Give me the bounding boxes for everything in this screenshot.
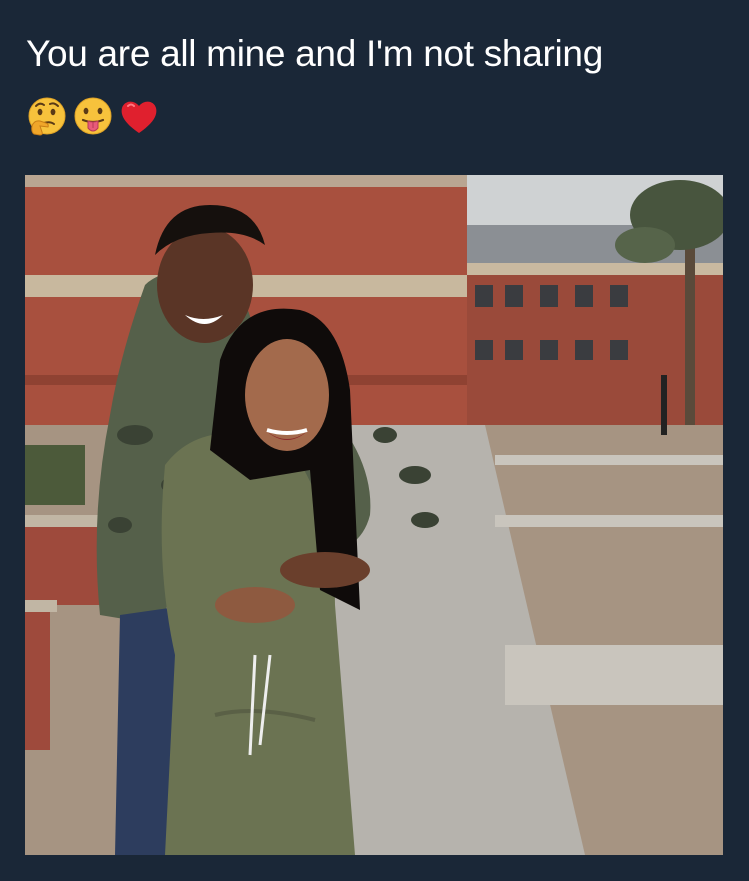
- tweet-photo[interactable]: [25, 175, 723, 855]
- red-heart-icon: [121, 101, 157, 133]
- tweet-text: You are all mine and I'm not sharing: [26, 33, 603, 74]
- thinking-face-icon: [28, 97, 66, 136]
- photo-illustration: [25, 175, 723, 855]
- tweet-card: You are all mine and I'm not sharing: [0, 0, 749, 881]
- face-with-tongue-icon: [74, 97, 112, 135]
- emoji-row: [26, 95, 160, 139]
